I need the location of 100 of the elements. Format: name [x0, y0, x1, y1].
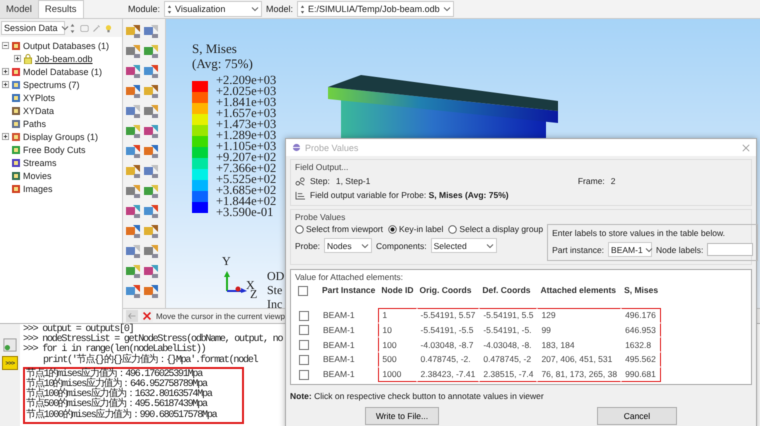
tool-icon[interactable] [125, 43, 141, 59]
caret-icon[interactable] [251, 5, 260, 13]
table-cell: 1632.8 [621, 337, 662, 352]
caret-icon[interactable] [644, 246, 653, 254]
table-cell: -5.54191, 5.5 [479, 308, 538, 322]
spinner-icon[interactable] [300, 4, 306, 14]
tool-icon[interactable] [143, 263, 159, 279]
caret-icon[interactable] [60, 24, 69, 32]
caret-icon[interactable] [486, 242, 494, 250]
step-label: Step: [310, 176, 330, 186]
legend-value: +3.685e+02 [216, 185, 276, 196]
tool-icon[interactable] [143, 123, 159, 139]
expand-toggle-icon[interactable] [14, 55, 21, 62]
tab[interactable]: Results [38, 0, 84, 18]
node-labels-field[interactable] [707, 243, 754, 256]
probe-label: Probe: [295, 240, 320, 250]
expand-toggle-icon[interactable] [2, 68, 9, 75]
table-cell: 2.38423, -7.41 [416, 366, 480, 382]
spinner-icon[interactable] [167, 4, 172, 14]
part-instance-dropdown[interactable]: BEAM-1 [608, 242, 652, 257]
tool-icon[interactable] [143, 223, 159, 239]
tool-icon[interactable] [125, 243, 141, 259]
tool-icon[interactable] [125, 123, 141, 139]
tool-icon[interactable] [143, 63, 159, 79]
legend-value: +1.289e+03 [216, 130, 276, 141]
tool-icon[interactable] [125, 143, 141, 159]
radio-icon[interactable] [295, 224, 304, 234]
tool-icon[interactable] [125, 183, 141, 199]
legend-value: +1.105e+03 [216, 141, 276, 152]
tool-icon[interactable] [125, 103, 141, 119]
dialog-button[interactable]: Cancel [596, 407, 678, 425]
tool-icon[interactable] [143, 143, 159, 159]
caret-icon[interactable] [442, 5, 451, 13]
expand-toggle-icon[interactable] [2, 81, 9, 88]
tool-icon[interactable] [143, 243, 159, 259]
tree-item[interactable]: Streams [23, 158, 57, 168]
tree-item[interactable]: Job-beam.odb [35, 54, 93, 64]
tree-item[interactable]: Spectrums (7) [23, 80, 80, 90]
model-dropdown[interactable]: E:/SIMULIA/Temp/Job-beam.odb [297, 1, 454, 17]
module-dropdown[interactable]: Visualization [164, 1, 262, 17]
tree-item[interactable]: Images [23, 184, 53, 194]
expand-toggle-icon[interactable] [2, 42, 9, 49]
tool-icon[interactable] [143, 23, 159, 39]
tab[interactable]: Model [0, 0, 38, 18]
components-dropdown[interactable]: Selected [430, 238, 497, 253]
tree-item[interactable]: XYPlots [23, 92, 56, 102]
tool-icon[interactable] [143, 103, 159, 119]
tool-icon[interactable] [125, 203, 141, 219]
message-area-icon[interactable] [3, 338, 17, 352]
radio-option[interactable]: Select from viewport [295, 224, 383, 234]
tree-item[interactable]: Display Groups (1) [23, 132, 98, 142]
spinner-icon[interactable] [68, 22, 77, 34]
radio-option[interactable]: Key-in label [388, 224, 444, 234]
node-labels-label: Node labels: [656, 244, 704, 254]
part-instance-label: Part instance: [552, 244, 604, 254]
row-checkbox[interactable] [299, 310, 309, 320]
tree-item[interactable]: Paths [23, 118, 46, 128]
row-checkbox[interactable] [299, 354, 309, 365]
expand-toggle-icon[interactable] [2, 133, 9, 140]
row-checkbox[interactable] [299, 370, 309, 380]
caret-icon[interactable] [361, 242, 370, 250]
probe-dropdown[interactable]: Nodes [324, 238, 372, 253]
table-cell-text: 183, 184 [540, 338, 576, 352]
tree-item[interactable]: Movies [23, 170, 52, 180]
radio-option[interactable]: Select a display group [448, 224, 544, 234]
tool-icon[interactable] [143, 203, 159, 219]
table-cell-text: BEAM-1 [322, 338, 356, 352]
table-cell: -5.54191, 5.57 [416, 308, 480, 322]
tool-icon[interactable] [125, 223, 141, 239]
radio-icon[interactable] [448, 224, 458, 234]
tool-icon[interactable] [143, 183, 159, 199]
row-checkbox[interactable] [299, 340, 309, 350]
tree-item[interactable]: Free Body Cuts [23, 144, 86, 154]
column-header: Part Instance [321, 284, 376, 298]
table-cell-text: -4.03048, -8.7 [420, 338, 474, 352]
tool-icon[interactable] [143, 83, 159, 99]
cancel-icon[interactable] [141, 310, 153, 322]
table-cell-text: -5.54191, -5.5 [420, 324, 474, 337]
bulb-icon[interactable] [104, 22, 113, 34]
dialog-button[interactable]: Write to File... [364, 407, 440, 425]
tool-icon[interactable] [125, 23, 141, 39]
axis-triad-icon [224, 271, 248, 293]
tool-icon[interactable] [125, 63, 141, 79]
tree-item[interactable]: Output Databases (1) [23, 40, 110, 50]
tool-icon[interactable] [125, 283, 141, 299]
row-checkbox[interactable] [299, 325, 309, 336]
tool-icon[interactable] [143, 163, 159, 179]
tree-item[interactable]: Model Database (1) [23, 66, 102, 76]
tree-item[interactable]: XYData [23, 106, 54, 116]
legend-value: +1.657e+03 [216, 108, 276, 119]
tool-icon[interactable] [143, 283, 159, 299]
table-cell: 100 [378, 337, 417, 352]
tool-icon[interactable] [125, 163, 141, 179]
tool-icon[interactable] [125, 83, 141, 99]
radio-icon[interactable] [388, 224, 397, 234]
tool-icon[interactable] [125, 263, 141, 279]
table-cell: 646.953 [621, 322, 662, 338]
close-icon[interactable] [742, 144, 750, 152]
select-all-checkbox[interactable] [298, 286, 308, 296]
tool-icon[interactable] [143, 43, 159, 59]
